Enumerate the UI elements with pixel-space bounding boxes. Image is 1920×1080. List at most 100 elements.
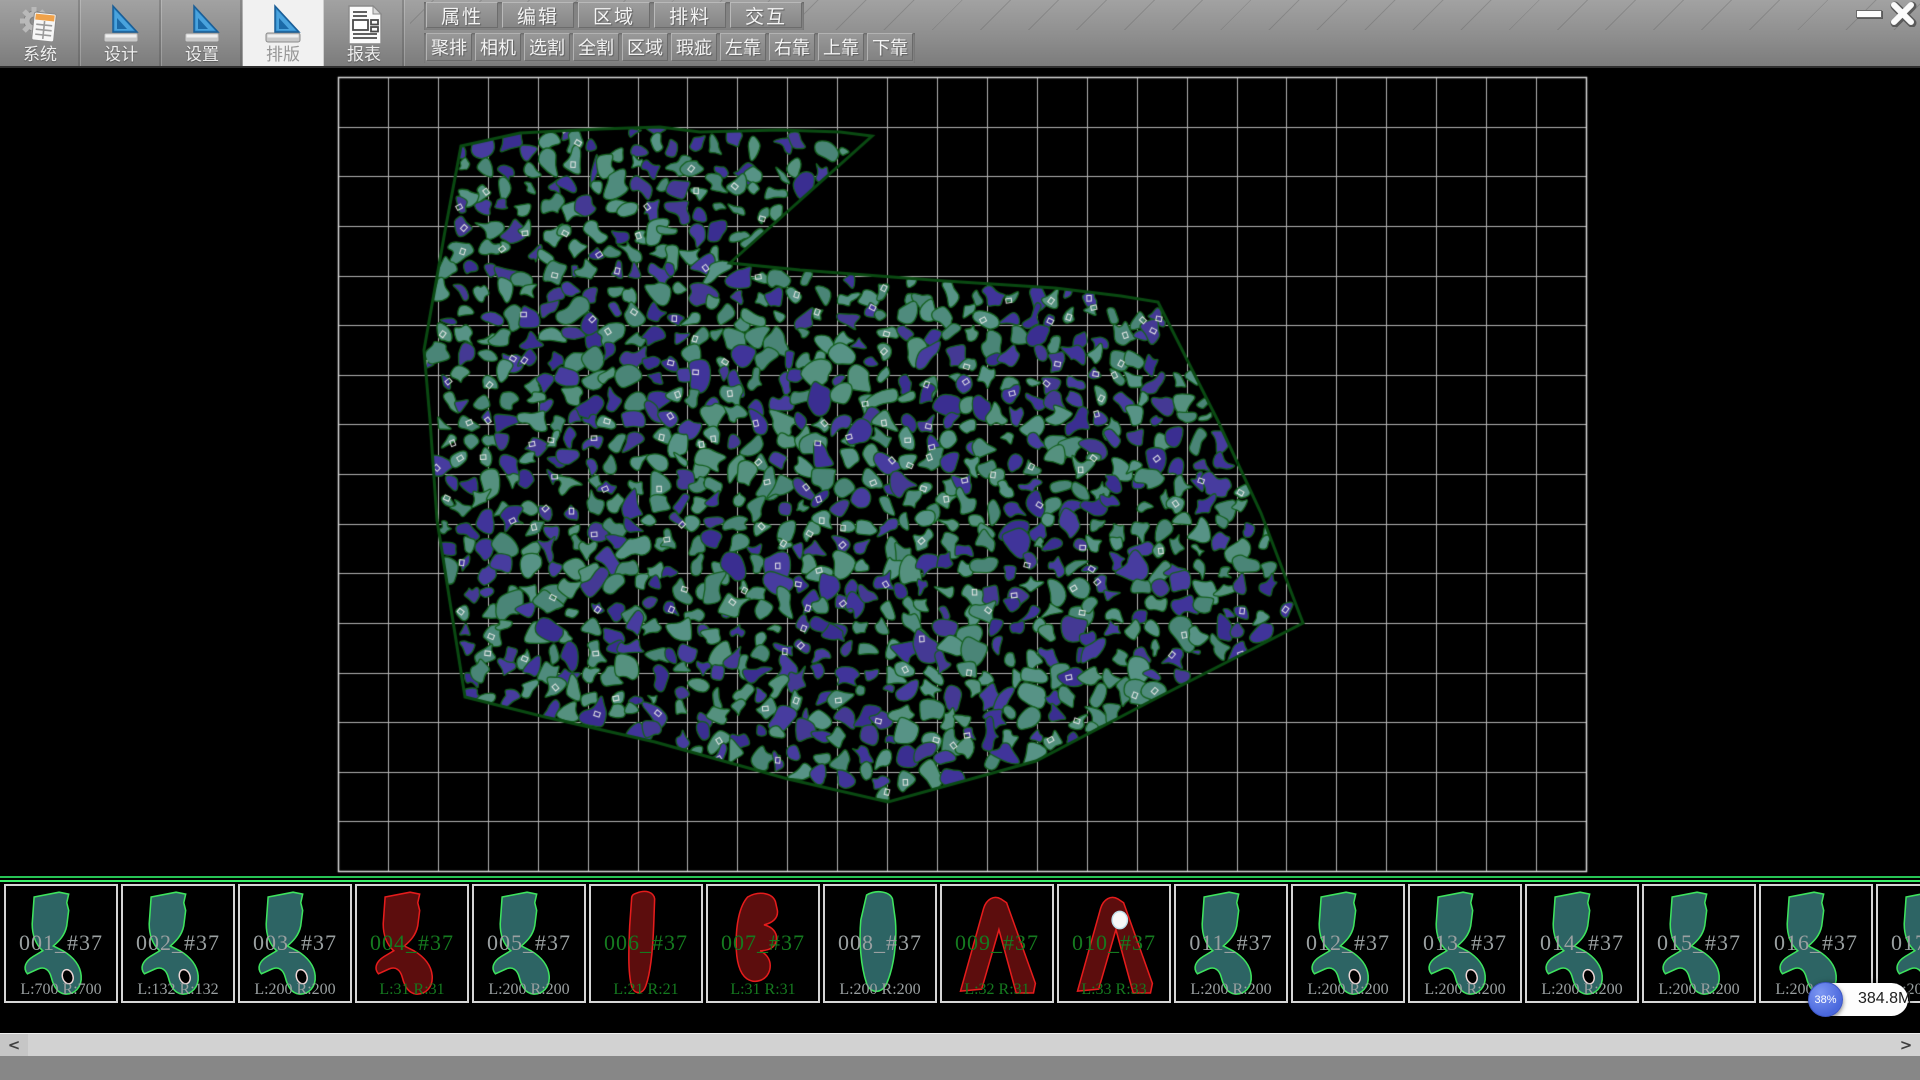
piece-count-label: L:200 R:200 (1527, 981, 1637, 999)
tool-button-4[interactable]: 全割 (573, 33, 619, 61)
piece-id-label: 014_#37 (1527, 930, 1637, 956)
tool-button-6[interactable]: 瑕疵 (671, 33, 717, 61)
separator-line-top (0, 876, 1920, 878)
nav-tab-4[interactable]: 排版 (243, 0, 324, 66)
menu-item-5[interactable]: 交互 (730, 2, 802, 28)
piece-count-label: L:200 R:200 (1644, 981, 1754, 999)
tool-button-2[interactable]: 相机 (475, 33, 521, 61)
nav-tab-5[interactable]: 报表 (324, 0, 405, 66)
tool-button-5[interactable]: 区域 (622, 33, 668, 61)
piece-count-label: L:31 R:31 (708, 981, 818, 999)
piece-id-label: 010_#37 (1059, 930, 1169, 956)
piece-thumbnail-15[interactable]: 015_#37 L:200 R:200 (1642, 884, 1756, 1003)
application-window: { "window": { "minimize_label": "minimiz… (0, 0, 1920, 1080)
piece-count-label: L:200 R:200 (1176, 981, 1286, 999)
scroll-right-arrow-icon[interactable]: > (1892, 1034, 1920, 1056)
piece-count-label: L:132 R:132 (123, 981, 233, 999)
menu-item-2[interactable]: 编辑 (502, 2, 574, 28)
menu-item-4[interactable]: 排料 (654, 2, 726, 28)
piece-thumbnail-4[interactable]: 004_#37 L:31 R:31 (355, 884, 469, 1003)
nav-tab-label: 排版 (266, 46, 300, 64)
piece-id-label: 015_#37 (1644, 930, 1754, 956)
tool-button-9[interactable]: 上靠 (818, 33, 864, 61)
close-icon (1888, 1, 1918, 27)
settings-ruler-icon (179, 3, 225, 47)
piece-count-label: L:700 R:700 (6, 981, 116, 999)
piece-count-label: L:31 R:31 (357, 981, 467, 999)
piece-thumbnail-8[interactable]: 008_#37 L:200 R:200 (823, 884, 937, 1003)
memory-indicator-overlay: 384.8M 38% (1808, 982, 1908, 1017)
nav-tab-2[interactable]: 设计 (81, 0, 162, 66)
nav-tab-label: 设置 (185, 46, 219, 64)
piece-thumbnail-6[interactable]: 006_#37 L:21 R:21 (589, 884, 703, 1003)
scroll-left-arrow-icon[interactable]: < (0, 1034, 28, 1056)
piece-count-label: L:200 R:200 (474, 981, 584, 999)
piece-thumbnail-list: 001_#37 L:700 R:700 002_#37 L:132 R:132 … (4, 884, 1920, 1005)
piece-thumbnail-11[interactable]: 011_#37 L:200 R:200 (1174, 884, 1288, 1003)
menu-item-1[interactable]: 属性 (426, 2, 498, 28)
piece-count-label: L:200 R:200 (1410, 981, 1520, 999)
tool-button-1[interactable]: 聚排 (426, 33, 472, 61)
piece-count-label: L:32 R:31 (942, 981, 1052, 999)
layout-ruler-icon (260, 3, 306, 47)
nav-tab-label: 报表 (347, 46, 381, 64)
separator-line-bottom (0, 880, 1920, 882)
piece-id-label: 012_#37 (1293, 930, 1403, 956)
piece-thumbnail-9[interactable]: 009_#37 L:32 R:31 (940, 884, 1054, 1003)
piece-thumbnail-7[interactable]: 007_#37 L:31 R:31 (706, 884, 820, 1003)
minimize-button[interactable] (1856, 10, 1882, 18)
piece-thumbnail-10[interactable]: 010_#37 L:33 R:33 (1057, 884, 1171, 1003)
tool-button-10[interactable]: 下靠 (867, 33, 913, 61)
nesting-canvas[interactable] (0, 68, 1920, 876)
menu-bar: 属性编辑区域排料交互 (424, 2, 804, 30)
memory-value: 384.8M (1858, 990, 1911, 1008)
piece-count-label: L:21 R:21 (591, 981, 701, 999)
nav-tab-3[interactable]: 设置 (162, 0, 243, 66)
main-nav-tabs: 系统 设计 设置 排版 (0, 0, 405, 66)
status-bar (0, 1056, 1920, 1080)
nesting-work-area[interactable] (0, 68, 1920, 876)
report-document-icon (341, 3, 387, 47)
percent-value: 38% (1814, 994, 1836, 1006)
piece-thumbnail-14[interactable]: 014_#37 L:200 R:200 (1525, 884, 1639, 1003)
piece-id-label: 002_#37 (123, 930, 233, 956)
piece-id-label: 005_#37 (474, 930, 584, 956)
piece-thumbnail-13[interactable]: 013_#37 L:200 R:200 (1408, 884, 1522, 1003)
piece-id-label: 004_#37 (357, 930, 467, 956)
main-toolbar: 系统 设计 设置 排版 (0, 0, 1920, 68)
piece-thumbnail-12[interactable]: 012_#37 L:200 R:200 (1291, 884, 1405, 1003)
piece-count-label: L:200 R:200 (240, 981, 350, 999)
piece-thumbnail-1[interactable]: 001_#37 L:700 R:700 (4, 884, 118, 1003)
close-button[interactable] (1888, 1, 1918, 27)
system-gear-icon (17, 3, 63, 47)
piece-id-label: 008_#37 (825, 930, 935, 956)
horizontal-scrollbar[interactable]: < > (0, 1033, 1920, 1056)
piece-id-label: 001_#37 (6, 930, 116, 956)
nav-tab-1[interactable]: 系统 (0, 0, 81, 66)
minimize-icon (1856, 10, 1882, 18)
piece-count-label: L:33 R:33 (1059, 981, 1169, 999)
piece-id-label: 017_#37 (1878, 930, 1920, 956)
nav-tab-label: 设计 (104, 46, 138, 64)
tool-button-8[interactable]: 右靠 (769, 33, 815, 61)
window-controls (1856, 0, 1918, 28)
tool-button-7[interactable]: 左靠 (720, 33, 766, 61)
percent-circle-button[interactable]: 38% (1808, 982, 1843, 1017)
piece-thumbnail-2[interactable]: 002_#37 L:132 R:132 (121, 884, 235, 1003)
piece-id-label: 011_#37 (1176, 930, 1286, 956)
piece-thumbnail-5[interactable]: 005_#37 L:200 R:200 (472, 884, 586, 1003)
tool-button-3[interactable]: 选割 (524, 33, 570, 61)
piece-thumbnail-3[interactable]: 003_#37 L:200 R:200 (238, 884, 352, 1003)
piece-count-label: L:200 R:200 (1293, 981, 1403, 999)
design-ruler-icon (98, 3, 144, 47)
piece-count-label: L:200 R:200 (825, 981, 935, 999)
piece-thumbnail-strip: 001_#37 L:700 R:700 002_#37 L:132 R:132 … (0, 876, 1920, 1005)
piece-id-label: 016_#37 (1761, 930, 1871, 956)
piece-id-label: 006_#37 (591, 930, 701, 956)
nav-tab-label: 系统 (23, 46, 57, 64)
piece-id-label: 009_#37 (942, 930, 1052, 956)
tool-button-row: 聚排相机选割全割区域瑕疵左靠右靠上靠下靠 (424, 33, 915, 63)
menu-item-3[interactable]: 区域 (578, 2, 650, 28)
piece-id-label: 003_#37 (240, 930, 350, 956)
piece-id-label: 007_#37 (708, 930, 818, 956)
